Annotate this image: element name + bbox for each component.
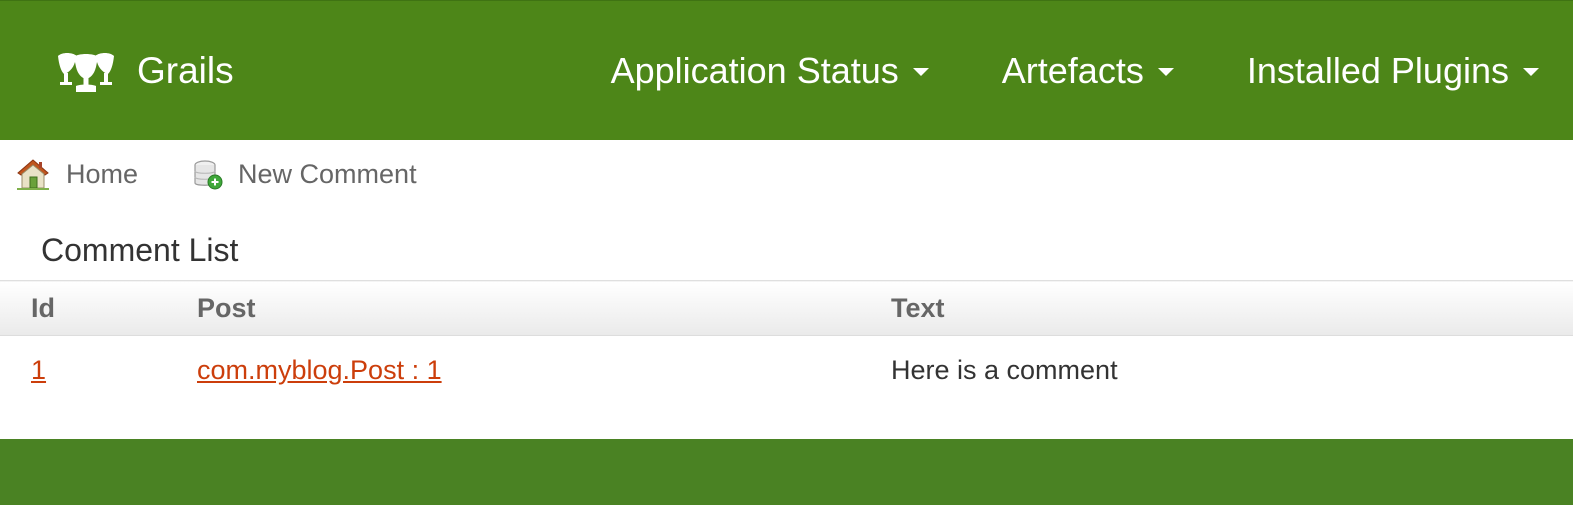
nav-artefacts-label: Artefacts <box>1001 50 1144 91</box>
top-navbar: Grails Application Status Artefacts Inst… <box>0 0 1573 140</box>
page-title: Comment List <box>41 232 239 268</box>
cell-post: com.myblog.Post : 1 <box>197 336 891 406</box>
column-header-id[interactable]: Id <box>0 280 197 336</box>
new-comment-label: New Comment <box>238 158 417 189</box>
cell-id: 1 <box>0 336 197 406</box>
comment-id-link[interactable]: 1 <box>31 355 46 385</box>
brand-name: Grails <box>137 50 234 91</box>
new-comment-link[interactable]: New Comment <box>192 158 417 190</box>
grails-chalice-icon <box>58 53 114 92</box>
post-link[interactable]: com.myblog.Post : 1 <box>197 355 442 385</box>
home-link[interactable]: Home <box>16 157 138 191</box>
footer <box>0 439 1573 505</box>
column-header-post[interactable]: Post <box>197 280 891 336</box>
cell-text: Here is a comment <box>891 355 1118 386</box>
nav-application-status-label: Application Status <box>610 50 899 91</box>
table-header-row: Id Post Text <box>0 280 1573 336</box>
house-icon <box>17 159 49 190</box>
nav-installed-plugins-label: Installed Plugins <box>1246 50 1509 91</box>
sub-navigation: Home New Comment <box>0 140 1573 208</box>
nav-installed-plugins[interactable]: Installed Plugins <box>1247 47 1539 95</box>
column-header-text[interactable]: Text <box>891 280 1573 336</box>
brand-link[interactable]: Grails <box>56 47 234 95</box>
caret-down-icon <box>1157 68 1174 76</box>
database-add-icon <box>194 160 223 190</box>
table-row: 1 com.myblog.Post : 1 Here is a comment <box>0 336 1573 406</box>
home-label: Home <box>66 158 139 189</box>
nav-artefacts[interactable]: Artefacts <box>1002 47 1174 95</box>
comment-list-table: Id Post Text 1 com.myblog.Post : 1 Here … <box>0 280 1573 406</box>
caret-down-icon <box>1523 68 1539 76</box>
caret-down-icon <box>912 68 929 76</box>
nav-menu: Application Status Artefacts Installed P… <box>611 47 1539 95</box>
nav-application-status[interactable]: Application Status <box>611 47 929 95</box>
